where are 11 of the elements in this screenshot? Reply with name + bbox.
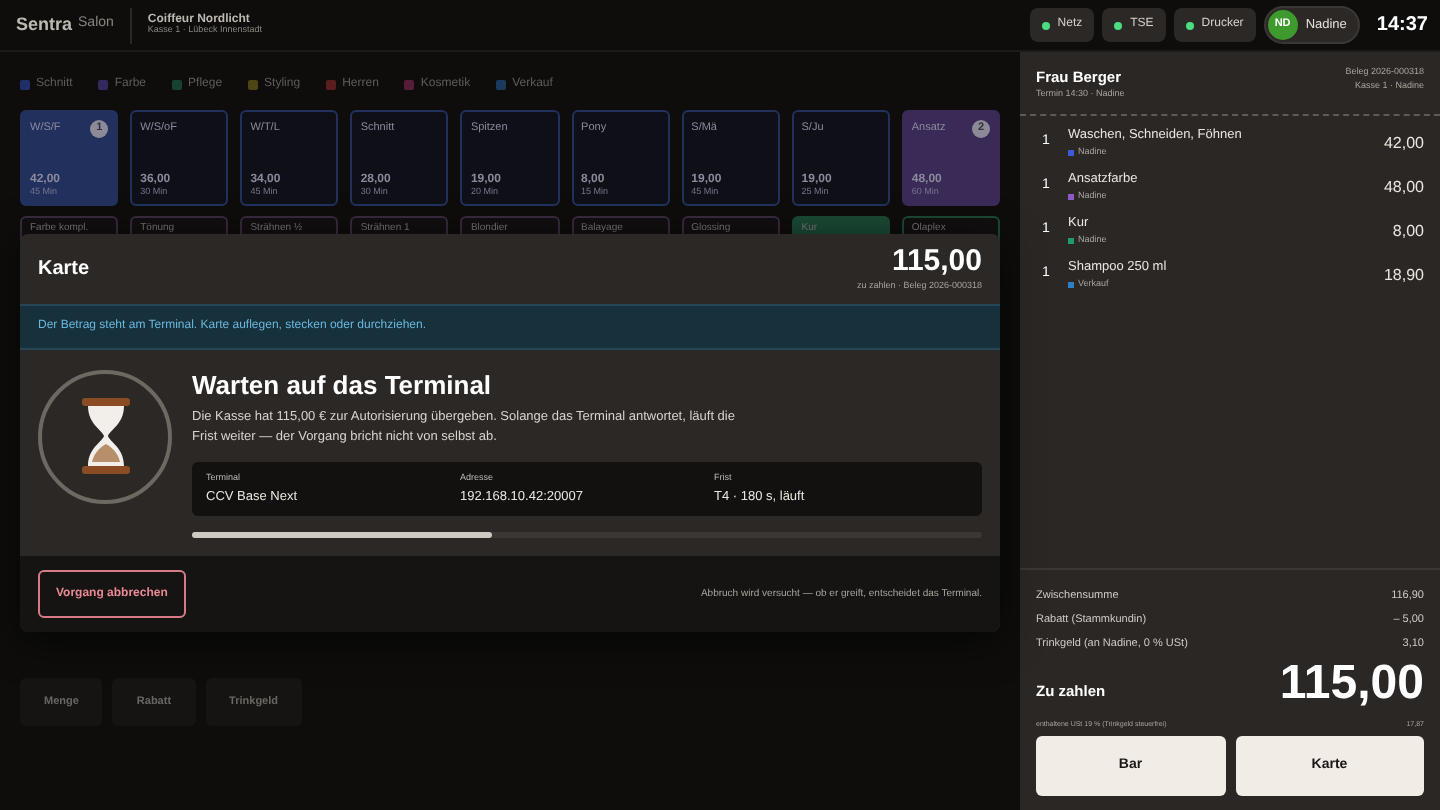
brand-name: Sentra [16, 11, 73, 38]
hourglass-icon [79, 396, 131, 477]
item-price: 48,00 [1383, 175, 1424, 199]
item-price: 42,00 [1383, 131, 1424, 155]
item-price: 8,00 [1392, 219, 1424, 243]
dialog-amount: 115,00 [891, 246, 982, 276]
due-amount: 115,00 [1279, 659, 1424, 708]
dialog-heading: Warten auf das Terminal [192, 369, 494, 402]
item-price: 18,90 [1383, 263, 1424, 287]
dialog-title: Karte [38, 256, 90, 285]
clock-time: 14:37 [1376, 12, 1428, 40]
